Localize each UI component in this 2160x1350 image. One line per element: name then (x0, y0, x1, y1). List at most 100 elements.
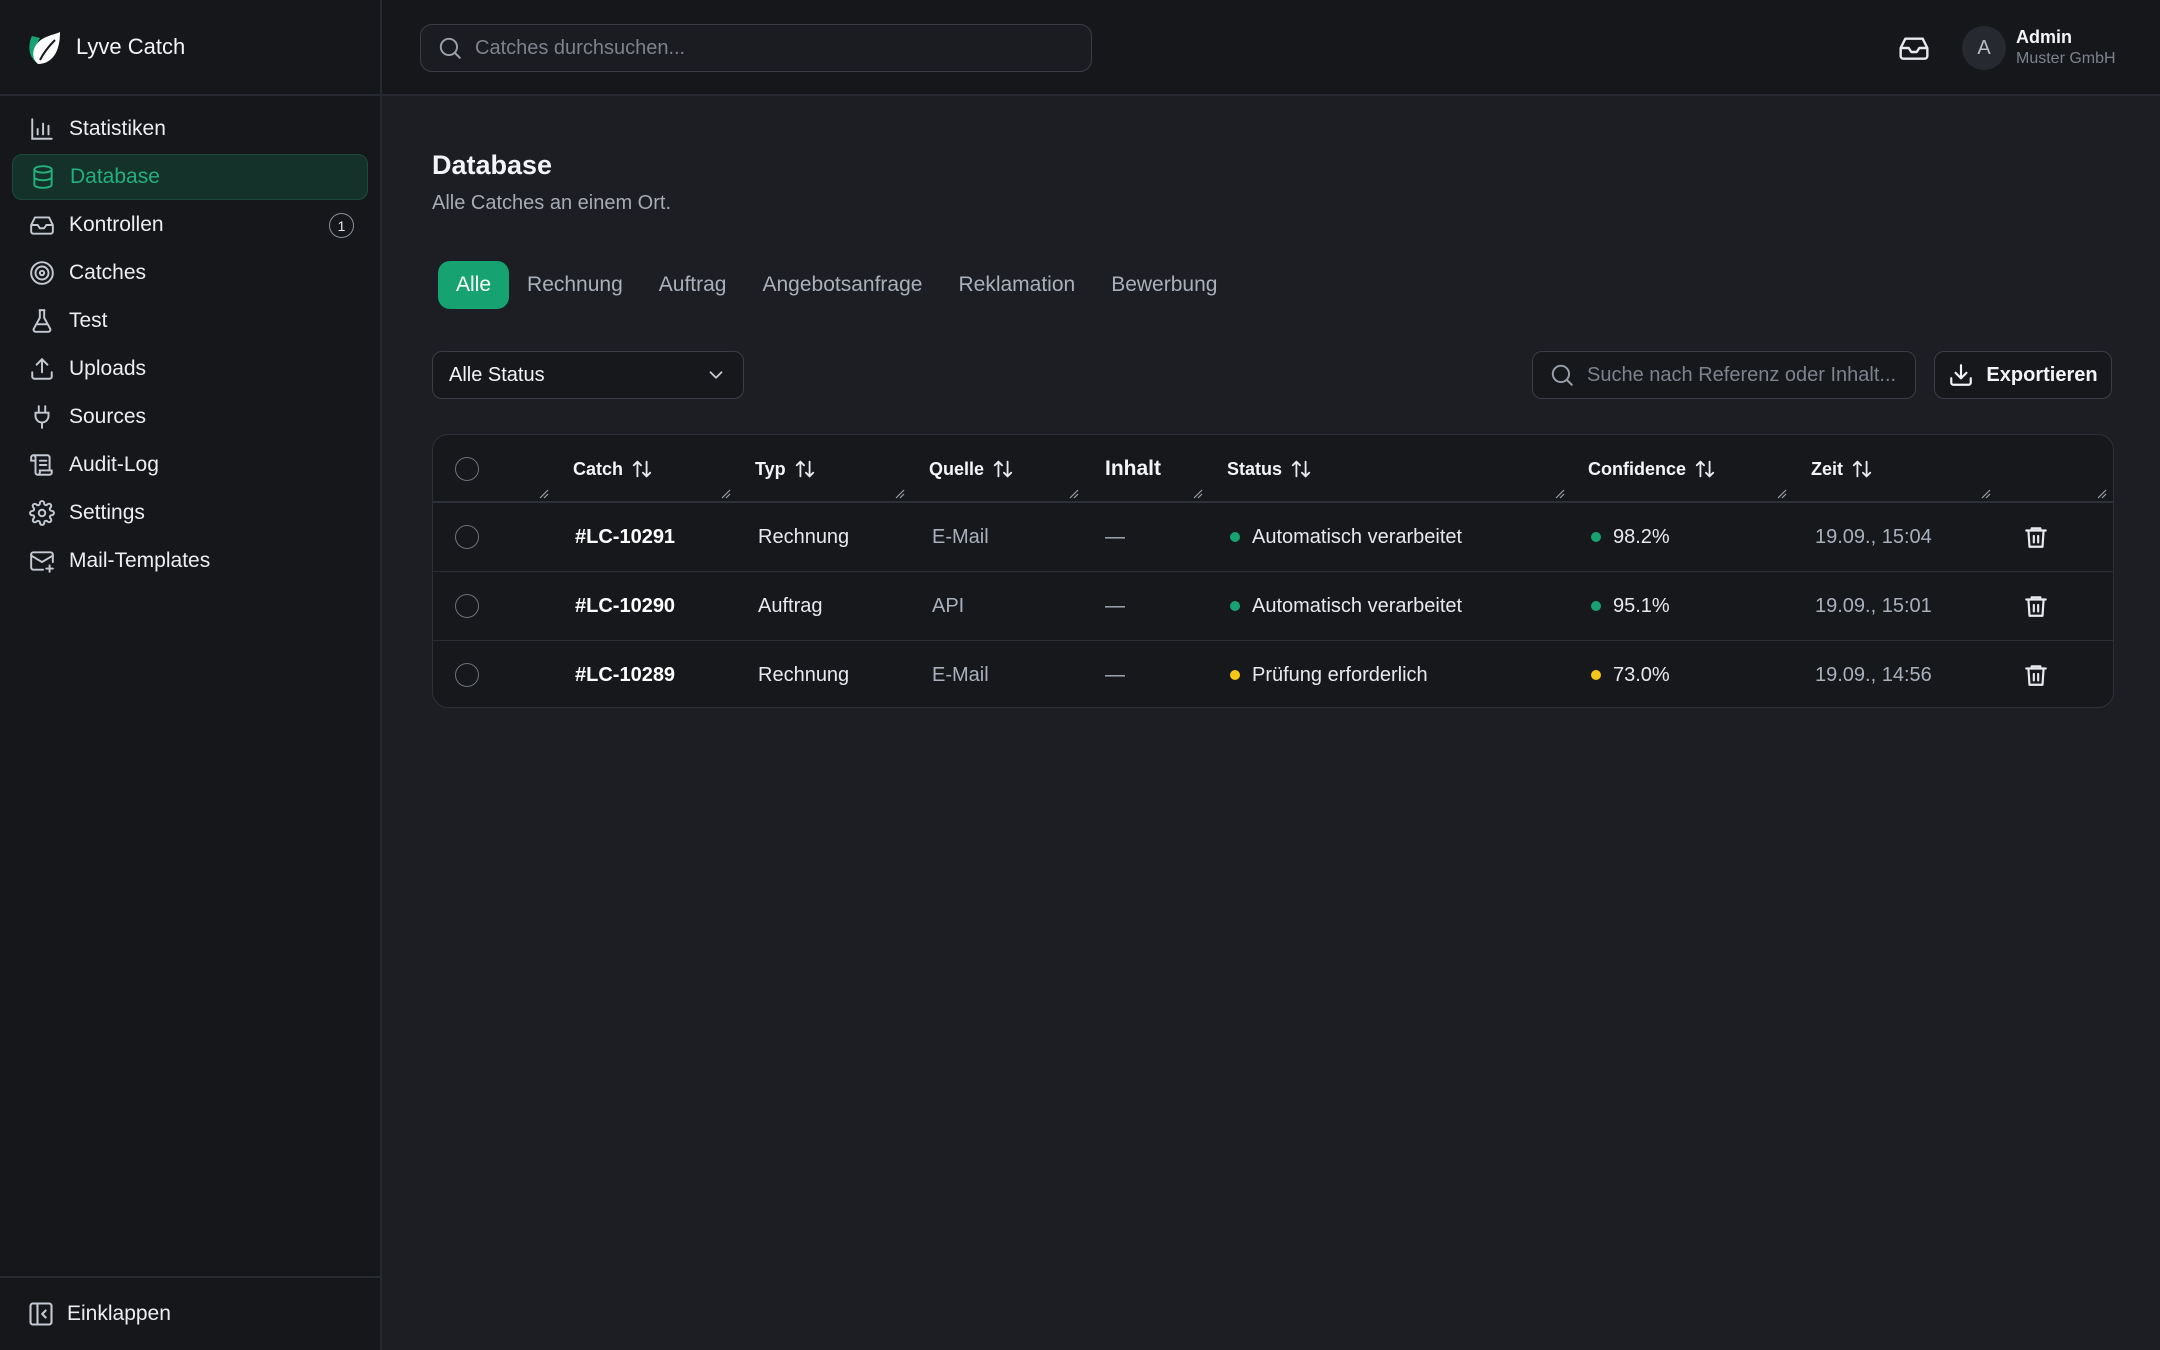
export-button[interactable]: Exportieren (1934, 351, 2112, 399)
status-cell: Prüfung erforderlich (1230, 641, 1428, 707)
content-cell: — (1105, 525, 1125, 548)
target-icon (27, 258, 57, 288)
column-resize-handle[interactable] (1193, 489, 1203, 499)
row-checkbox[interactable] (455, 572, 479, 640)
sidebar-item-mail-templates[interactable]: Mail-Templates (12, 538, 368, 584)
global-search[interactable] (420, 24, 1092, 72)
notifications-button[interactable] (1898, 32, 1930, 64)
bar-chart-icon (27, 114, 57, 144)
tab-auftrag[interactable]: Auftrag (641, 261, 745, 309)
status-text: Prüfung erforderlich (1252, 663, 1428, 686)
user-info[interactable]: Admin Muster GmbH (2016, 27, 2116, 68)
leaf-logo-icon (24, 26, 64, 68)
catch-ref-cell[interactable]: #LC-10289 (575, 641, 675, 707)
column-header-catch[interactable]: Catch (573, 435, 653, 503)
select-all-checkbox[interactable] (455, 435, 479, 503)
sidebar-item-catches[interactable]: Catches (12, 250, 368, 296)
column-header-status[interactable]: Status (1227, 435, 1312, 503)
column-resize-handle[interactable] (539, 489, 549, 499)
row-checkbox[interactable] (455, 641, 479, 707)
sidebar-item-sources[interactable]: Sources (12, 394, 368, 440)
brand[interactable]: Lyve Catch (0, 0, 380, 96)
sort-icon (1851, 458, 1873, 480)
sidebar-item-label: Uploads (69, 357, 147, 380)
search-icon (437, 35, 463, 61)
table-row[interactable]: #LC-10291 Rechnung E-Mail — Automatisch … (433, 503, 2113, 572)
sidebar: Lyve Catch Statistiken Database Kontroll… (0, 0, 382, 1350)
source-cell: E-Mail (932, 663, 989, 686)
tab-angebotsanfrage[interactable]: Angebotsanfrage (745, 261, 941, 309)
gear-icon (27, 498, 57, 528)
column-header-typ[interactable]: Typ (755, 435, 816, 503)
column-label: Confidence (1588, 458, 1687, 479)
export-label: Exportieren (1986, 363, 2098, 386)
sidebar-item-label: Test (69, 309, 108, 332)
collapse-label: Einklappen (67, 1302, 171, 1325)
column-label: Inhalt (1105, 457, 1161, 480)
tab-reklamation[interactable]: Reklamation (940, 261, 1093, 309)
column-resize-handle[interactable] (1981, 489, 1991, 499)
sidebar-item-statistiken[interactable]: Statistiken (12, 106, 368, 152)
status-cell: Automatisch verarbeitet (1230, 572, 1462, 640)
tab-bewerbung[interactable]: Bewerbung (1093, 261, 1235, 309)
delete-button[interactable] (2023, 503, 2049, 571)
confidence-text: 95.1% (1613, 594, 1670, 617)
table-header: Catch Typ Quelle Inhalt Status Confidenc… (433, 435, 2113, 503)
confidence-dot (1591, 670, 1601, 680)
column-header-quelle[interactable]: Quelle (929, 435, 1014, 503)
inbox-icon (1898, 32, 1930, 64)
trash-icon (2023, 662, 2049, 688)
column-label: Quelle (929, 458, 985, 479)
table-row[interactable]: #LC-10289 Rechnung E-Mail — Prüfung erfo… (433, 641, 2113, 707)
column-label: Status (1227, 458, 1283, 479)
confidence-dot (1591, 601, 1601, 611)
tab-alle[interactable]: Alle (438, 261, 510, 309)
column-resize-handle[interactable] (721, 489, 731, 499)
sidebar-item-label: Settings (69, 501, 145, 524)
avatar[interactable]: A (1962, 26, 2006, 70)
chevron-down-icon (705, 364, 727, 386)
column-resize-handle[interactable] (1555, 489, 1565, 499)
catch-ref-cell[interactable]: #LC-10291 (575, 503, 675, 571)
count-badge: 1 (329, 213, 354, 238)
status-text: Automatisch verarbeitet (1252, 594, 1463, 617)
sidebar-item-label: Statistiken (69, 117, 166, 140)
confidence-cell: 98.2% (1591, 503, 1670, 571)
catch-ref-cell[interactable]: #LC-10290 (575, 572, 675, 640)
sidebar-item-label: Kontrollen (69, 213, 164, 236)
status-filter-value: Alle Status (449, 363, 545, 386)
confidence-dot (1591, 532, 1601, 542)
database-icon (28, 162, 58, 192)
column-resize-handle[interactable] (1069, 489, 1079, 499)
row-checkbox[interactable] (455, 503, 479, 571)
confidence-text: 73.0% (1613, 663, 1670, 686)
column-header-inhalt: Inhalt (1105, 435, 1161, 503)
sidebar-item-database[interactable]: Database (12, 154, 368, 200)
sidebar-item-kontrollen[interactable]: Kontrollen 1 (12, 202, 368, 248)
sort-icon (631, 458, 653, 480)
sidebar-item-label: Sources (69, 405, 147, 428)
status-filter-select[interactable]: Alle Status (432, 351, 744, 399)
sidebar-item-test[interactable]: Test (12, 298, 368, 344)
table-search[interactable] (1532, 351, 1916, 399)
column-resize-handle[interactable] (1777, 489, 1787, 499)
page-title: Database (432, 150, 553, 180)
collapse-sidebar-button[interactable]: Einklappen (0, 1276, 380, 1350)
global-search-input[interactable] (475, 36, 1091, 60)
column-header-confidence[interactable]: Confidence (1588, 435, 1716, 503)
source-cell: API (932, 594, 965, 617)
delete-button[interactable] (2023, 572, 2049, 640)
table-row[interactable]: #LC-10290 Auftrag API — Automatisch vera… (433, 572, 2113, 641)
column-resize-handle[interactable] (2097, 489, 2107, 499)
delete-button[interactable] (2023, 641, 2049, 707)
table-search-input[interactable] (1587, 363, 1915, 387)
confidence-cell: 95.1% (1591, 572, 1670, 640)
column-resize-handle[interactable] (895, 489, 905, 499)
tab-rechnung[interactable]: Rechnung (509, 261, 641, 309)
sidebar-item-audit-log[interactable]: Audit-Log (12, 442, 368, 488)
sidebar-item-settings[interactable]: Settings (12, 490, 368, 536)
column-header-zeit[interactable]: Zeit (1811, 435, 1873, 503)
sidebar-item-uploads[interactable]: Uploads (12, 346, 368, 392)
sort-icon (794, 458, 816, 480)
type-cell: Rechnung (758, 525, 850, 548)
